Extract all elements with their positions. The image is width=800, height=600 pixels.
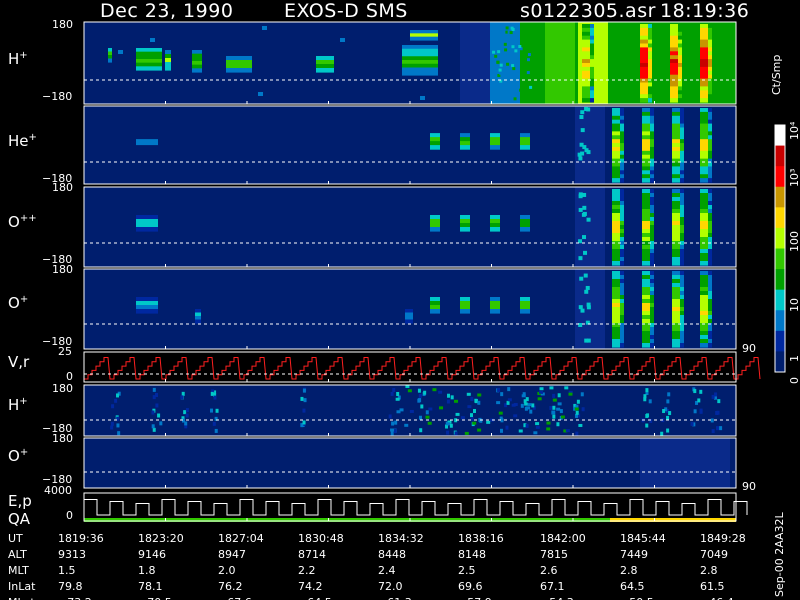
ephemeris-cell: 2.6 [540,564,558,577]
colorbar-segment [775,166,785,188]
ephemeris-cell: 64.5 [620,580,645,593]
ephemeris-cell: 7049 [700,548,728,561]
ephemeris-cell: 8947 [218,548,246,561]
ephemeris-cell: −54.3 [540,596,574,600]
colorbar-tick-label: 10⁴ [788,121,800,140]
ephemeris-cell: −57.9 [458,596,492,600]
ephemeris-cell: 79.8 [58,580,83,593]
colorbar-segment [775,207,785,229]
panel-7-area [84,438,736,488]
colorbar-segment [775,351,785,373]
ephemeris-row-label: MLat [8,596,35,600]
ephemeris-cell: 1849:28 [700,532,746,545]
ephemeris-cell: 7449 [620,548,648,561]
panel-8-area [84,493,736,521]
ephemeris-cell: −73.2 [58,596,92,600]
ephemeris-cell: 72.0 [378,580,403,593]
ephemeris-cell: 1.8 [138,564,156,577]
ephemeris-cell: 67.1 [540,580,565,593]
colorbar-segment [775,310,785,332]
ephemeris-cell: 2.0 [218,564,236,577]
ephemeris-cell: 1838:16 [458,532,504,545]
ephemeris-cell: 2.4 [378,564,396,577]
ephemeris-row-label: InLat [8,580,36,593]
panel-2-area [84,106,736,184]
colorbar-segment [775,269,785,291]
ephemeris-cell: 9146 [138,548,166,561]
ephemeris-cell: −46.4 [700,596,734,600]
colorbar-segment [775,145,785,167]
ephemeris-cell: 2.5 [458,564,476,577]
ephemeris-cell: −64.5 [298,596,332,600]
ephemeris-cell: −67.6 [218,596,252,600]
colorbar-segment [775,227,785,249]
ephemeris-cell: 7815 [540,548,568,561]
ephemeris-cell: 1842:00 [540,532,586,545]
panel-3-area [84,187,736,267]
ephemeris-cell: 78.1 [138,580,163,593]
colorbar-segment [775,125,785,147]
ephemeris-cell: 2.2 [298,564,316,577]
ephemeris-cell: 76.2 [218,580,243,593]
colorbar-tick-label: 100 [788,231,800,252]
ephemeris-cell: 1.5 [58,564,76,577]
ephemeris-cell: 1845:44 [620,532,666,545]
ephemeris-row-label: UT [8,532,23,545]
ephemeris-cell: 1823:20 [138,532,184,545]
ephemeris-cell: 1830:48 [298,532,344,545]
colorbar-segment [775,186,785,208]
ephemeris-cell: 1819:36 [58,532,104,545]
colorbar-tick-label: 1 [788,355,800,362]
ephemeris-cell: 1827:04 [218,532,264,545]
ephemeris-cell: 2.8 [700,564,718,577]
ephemeris-cell: −50.5 [620,596,654,600]
vertical-code: Sep-00 2AA32L [773,512,786,597]
colorbar-segment [775,330,785,352]
ephemeris-row-label: ALT [8,548,27,561]
ephemeris-cell: 61.5 [700,580,725,593]
ephemeris-cell: 2.8 [620,564,638,577]
ephemeris-cell: 8148 [458,548,486,561]
sms-plot-page: Dec 23, 1990 EXOS-D SMS s0122305.asr 18:… [0,0,800,600]
spectrogram-plot [83,21,786,522]
colorbar-segment [775,248,785,270]
panel-5-area [84,352,736,382]
colorbar-unit: Ct/Smp [770,54,783,95]
ephemeris-cell: 8448 [378,548,406,561]
ephemeris-cell: −70.5 [138,596,172,600]
ephemeris-cell: −61.3 [378,596,412,600]
ephemeris-cell: 8714 [298,548,326,561]
ephemeris-cell: 74.2 [298,580,323,593]
colorbar-tick-label: 10 [788,298,800,312]
ephemeris-cell: 69.6 [458,580,483,593]
colorbar-tick-label: 10³ [788,168,800,187]
ephemeris-row-label: MLT [8,564,29,577]
ephemeris-cell: 9313 [58,548,86,561]
colorbar-segment [775,289,785,311]
colorbar-tick-label: 0 [788,377,800,384]
ephemeris-cell: 1834:32 [378,532,424,545]
